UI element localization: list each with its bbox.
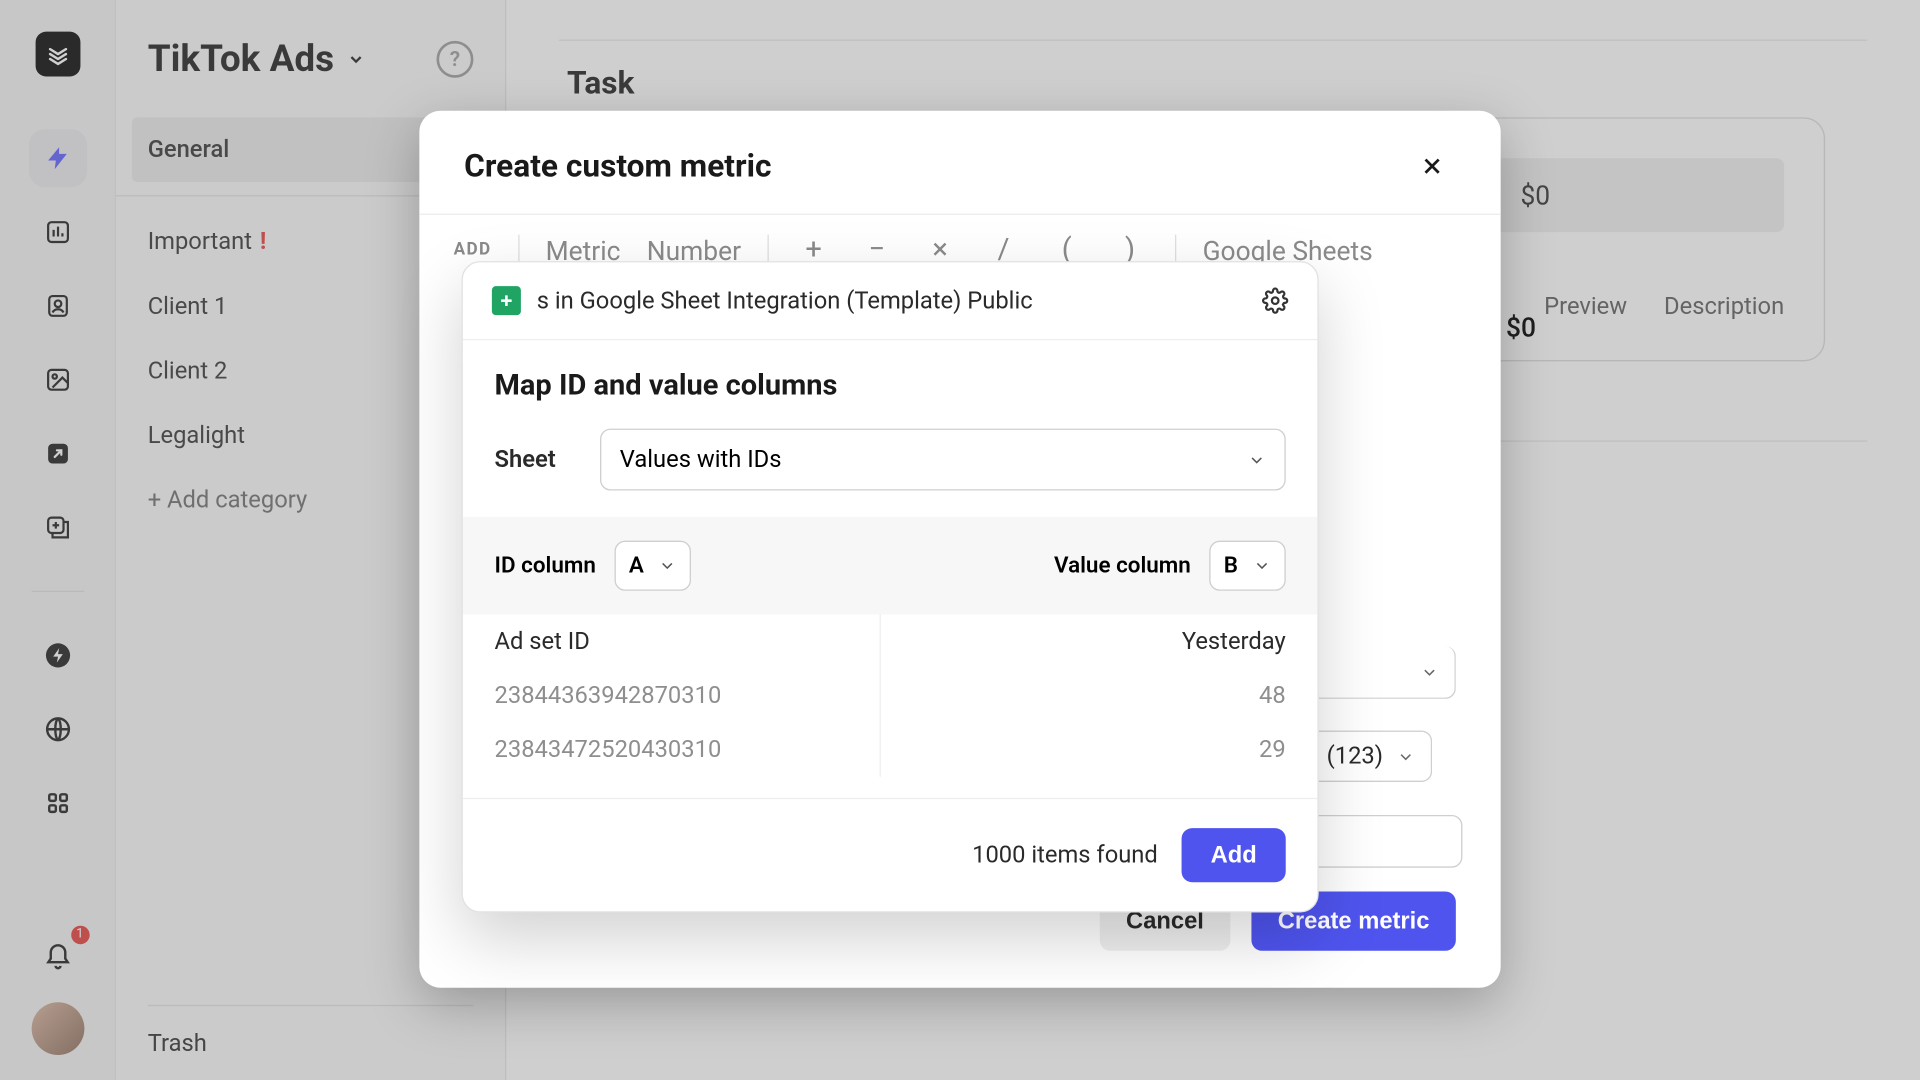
- table-header-row: Ad set IDYesterday: [463, 615, 1318, 669]
- popover-section-title: Map ID and value columns: [495, 369, 1286, 402]
- table-row: 2384436394287031048: [463, 669, 1318, 723]
- chevron-down-icon: [1247, 450, 1265, 468]
- chevron-down-icon: [1396, 747, 1414, 765]
- chevron-down-icon: [1253, 556, 1271, 574]
- sheet-source-name: s in Google Sheet Integration (Template)…: [537, 287, 1033, 315]
- chevron-down-icon: [1420, 663, 1438, 681]
- format-select-peek[interactable]: (123): [1319, 731, 1432, 782]
- select-peek-1[interactable]: [1319, 646, 1456, 699]
- google-sheets-icon: [492, 286, 521, 315]
- close-icon[interactable]: [1408, 148, 1455, 185]
- toolbar-add-label: ADD: [454, 240, 492, 260]
- sheet-select[interactable]: Values with IDs: [600, 429, 1286, 491]
- id-column-select[interactable]: A: [614, 541, 690, 591]
- google-sheets-popover: s in Google Sheet Integration (Template)…: [462, 261, 1319, 912]
- modal-title: Create custom metric: [464, 148, 771, 185]
- value-preview-peek: $0: [1506, 311, 1536, 343]
- sheet-label: Sheet: [495, 446, 574, 474]
- gear-icon[interactable]: [1262, 287, 1288, 313]
- items-found-label: 1000 items found: [972, 841, 1158, 869]
- value-column-select[interactable]: B: [1209, 541, 1285, 591]
- chevron-down-icon: [658, 556, 676, 574]
- value-column-label: Value column: [1054, 553, 1191, 579]
- id-column-label: ID column: [495, 553, 596, 579]
- add-button[interactable]: Add: [1182, 828, 1286, 882]
- table-row: 2384347252043031029: [463, 723, 1318, 777]
